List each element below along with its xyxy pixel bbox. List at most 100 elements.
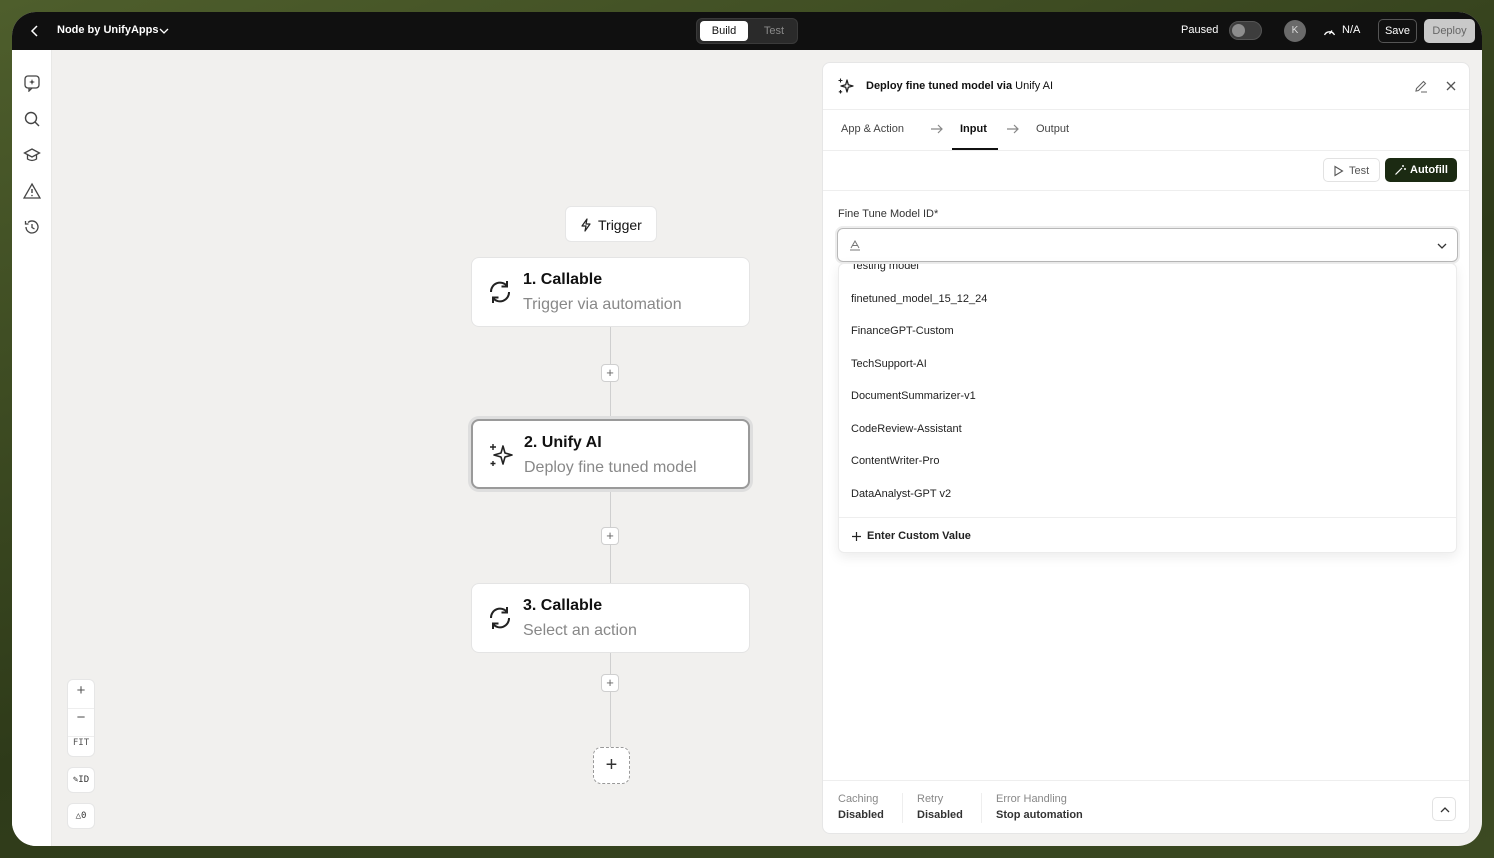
magic-wand-icon <box>1395 165 1406 175</box>
field-label: Fine Tune Model ID* <box>838 208 939 220</box>
plus-icon <box>852 532 861 541</box>
show-ids-button[interactable]: ✎ID <box>67 767 95 793</box>
add-step-button[interactable]: + <box>601 364 619 382</box>
divider <box>902 793 903 823</box>
test-label: Test <box>1349 165 1370 177</box>
tab-app-action[interactable]: App & Action <box>841 123 904 135</box>
zoom-in-button[interactable]: + <box>68 682 94 699</box>
divider <box>839 517 1456 518</box>
setting-label: Caching <box>838 793 879 805</box>
caching-setting[interactable]: Caching Disabled <box>838 793 884 821</box>
app-window: Node by UnifyApps Build Test Paused K N/… <box>12 12 1482 846</box>
divider <box>823 190 1469 191</box>
add-step-button[interactable]: + <box>601 674 619 692</box>
sparkle-icon <box>490 444 513 466</box>
save-button[interactable]: Save <box>1378 19 1417 43</box>
mode-switch: Build Test <box>696 18 798 44</box>
zoom-out-button[interactable]: − <box>68 708 94 726</box>
dropdown-option[interactable]: TechSupport-AI <box>851 358 927 370</box>
node-subtitle: Select an action <box>523 622 637 639</box>
chevron-down-icon <box>1437 243 1447 249</box>
paused-label: Paused <box>1181 24 1219 36</box>
refresh-icon <box>489 281 511 303</box>
setting-value: Disabled <box>917 809 963 821</box>
sparkle-icon <box>838 78 854 94</box>
autofill-label: Autofill <box>1410 164 1448 176</box>
refresh-icon <box>489 607 511 629</box>
back-arrow-icon[interactable] <box>26 22 44 40</box>
workflow-canvas[interactable]: Trigger 1. Callable Trigger via automati… <box>52 50 822 846</box>
error-handling-setting[interactable]: Error Handling Stop automation <box>996 793 1083 821</box>
pencil-icon[interactable] <box>1414 79 1428 93</box>
zoom-fit-button[interactable]: FIT <box>68 736 94 748</box>
user-avatar[interactable]: K <box>1284 20 1306 42</box>
toggle-knob <box>1232 24 1245 37</box>
warning-icon[interactable] <box>23 182 41 200</box>
divider <box>823 150 1469 151</box>
setting-label: Error Handling <box>996 793 1067 805</box>
search-icon[interactable] <box>23 110 41 128</box>
panel-title-app: Unify AI <box>1015 80 1054 92</box>
setting-label: Retry <box>917 793 944 805</box>
left-rail <box>12 50 52 846</box>
test-step-button[interactable]: Test <box>1323 158 1380 182</box>
divider <box>823 780 1469 781</box>
dropdown-option[interactable]: finetuned_model_15_12_24 <box>851 293 987 305</box>
dropdown-option[interactable]: ContentWriter-Pro <box>851 455 939 467</box>
dropdown-option[interactable]: DocumentSummarizer-v1 <box>851 390 976 402</box>
close-icon[interactable] <box>1444 79 1458 93</box>
arrow-right-icon <box>931 124 943 134</box>
history-icon[interactable] <box>23 218 41 236</box>
trigger-node[interactable]: Trigger <box>565 206 657 242</box>
add-final-step-button[interactable]: + <box>593 747 630 784</box>
custom-value-label: Enter Custom Value <box>867 530 971 542</box>
node-subtitle: Trigger via automation <box>523 296 682 313</box>
graduation-cap-icon[interactable] <box>23 146 41 164</box>
chevron-down-icon[interactable] <box>158 25 170 37</box>
dropdown-option[interactable]: FinanceGPT-Custom <box>851 325 954 337</box>
test-mode-button[interactable]: Test <box>755 21 793 41</box>
setting-value: Disabled <box>838 809 884 821</box>
warnings-count: 0 <box>81 811 87 821</box>
add-step-button[interactable]: + <box>601 527 619 545</box>
dropdown-option[interactable]: DataAnalyst-GPT v2 <box>851 488 951 500</box>
node-title: 1. Callable <box>523 271 603 288</box>
tab-output[interactable]: Output <box>1036 123 1069 135</box>
top-bar: Node by UnifyApps Build Test Paused K N/… <box>12 12 1482 50</box>
workflow-node-1[interactable]: 1. Callable Trigger via automation <box>471 257 750 327</box>
lightning-icon <box>581 218 591 232</box>
id-label: ID <box>78 775 90 785</box>
setting-value: Stop automation <box>996 809 1083 821</box>
node-title: 2. Unify AI <box>524 434 602 451</box>
workflow-node-2[interactable]: 2. Unify AI Deploy fine tuned model <box>471 419 750 489</box>
model-options-dropdown: Testing model finetuned_model_15_12_24 F… <box>838 263 1457 553</box>
play-icon <box>1334 165 1344 177</box>
credits-value: N/A <box>1342 24 1361 36</box>
step-config-panel: Deploy fine tuned model via Unify AI App… <box>822 62 1470 834</box>
divider <box>981 793 982 823</box>
deploy-button[interactable]: Deploy <box>1424 19 1475 43</box>
trigger-label: Trigger <box>598 217 642 233</box>
build-mode-button[interactable]: Build <box>700 21 748 41</box>
panel-title-action: Deploy fine tuned model via <box>866 80 1013 92</box>
app-title[interactable]: Node by UnifyApps <box>57 24 158 36</box>
warnings-button[interactable]: △0 <box>67 803 95 829</box>
retry-setting[interactable]: Retry Disabled <box>917 793 963 821</box>
ai-chat-icon[interactable] <box>23 74 41 92</box>
autofill-button[interactable]: Autofill <box>1385 158 1457 182</box>
node-title: 3. Callable <box>523 597 603 614</box>
panel-title: Deploy fine tuned model via Unify AI <box>866 80 1053 92</box>
text-type-icon <box>850 239 860 251</box>
node-subtitle: Deploy fine tuned model <box>524 459 697 476</box>
divider <box>823 109 1469 110</box>
expand-settings-button[interactable] <box>1432 797 1456 821</box>
dropdown-option[interactable]: Testing model <box>851 264 919 272</box>
model-id-select[interactable] <box>837 228 1458 262</box>
pause-toggle[interactable] <box>1229 21 1262 40</box>
workflow-node-3[interactable]: 3. Callable Select an action <box>471 583 750 653</box>
gauge-icon <box>1323 30 1336 36</box>
dropdown-option[interactable]: CodeReview-Assistant <box>851 423 962 435</box>
arrow-right-icon <box>1007 124 1019 134</box>
zoom-controls: + − FIT <box>67 679 95 757</box>
tab-input[interactable]: Input <box>960 123 987 135</box>
